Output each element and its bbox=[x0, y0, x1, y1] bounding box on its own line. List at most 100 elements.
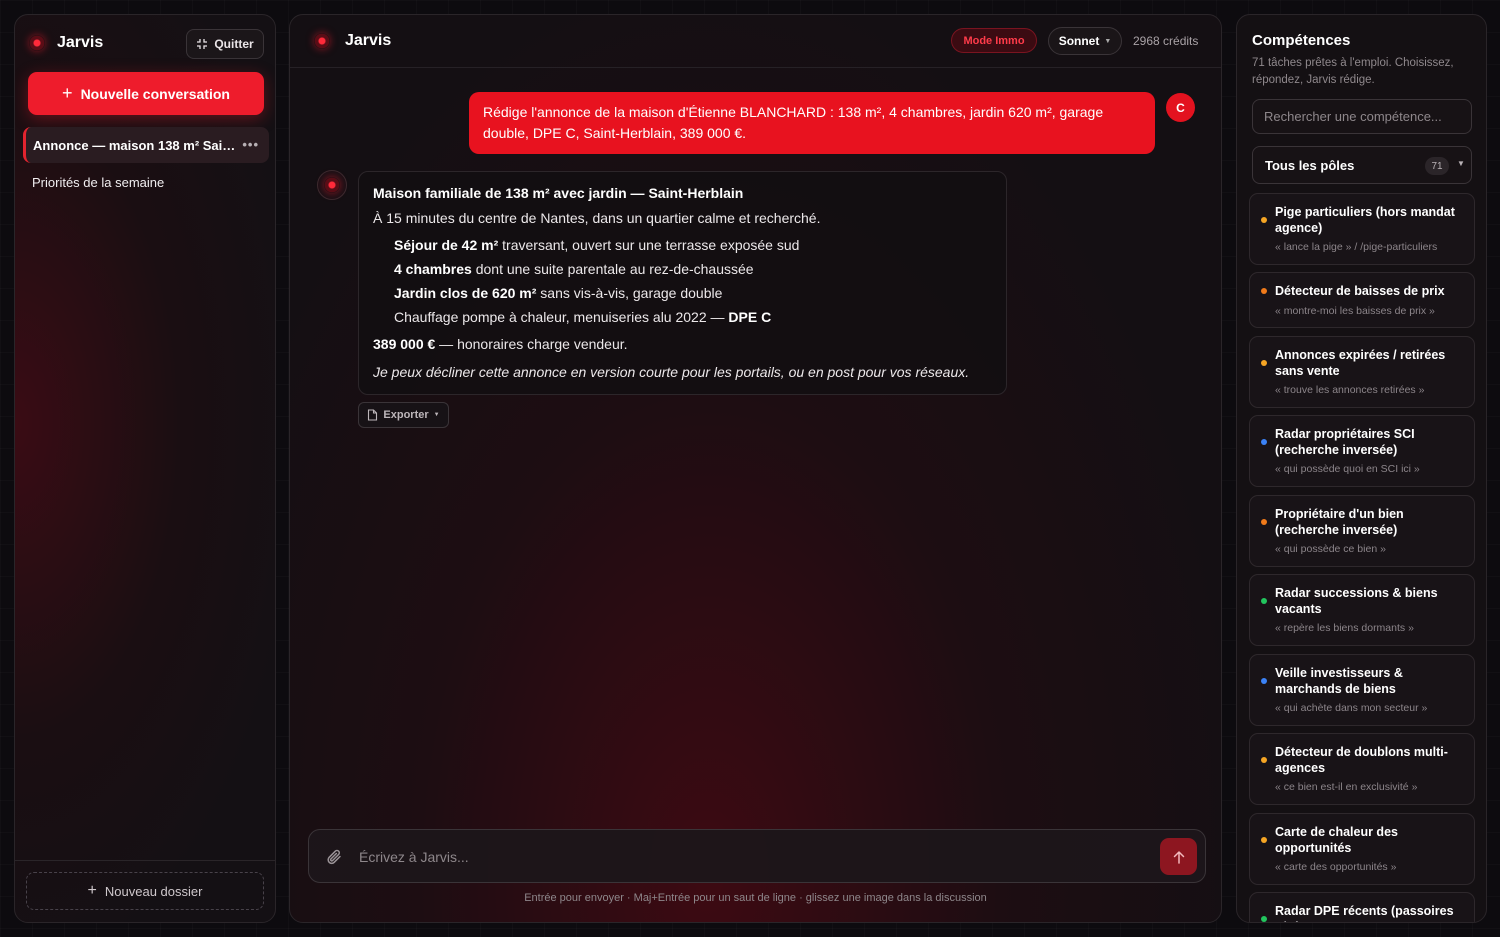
listing-bullet: Jardin clos de 620 m² sans vis-à-vis, ga… bbox=[373, 281, 992, 305]
price-bold: 389 000 € bbox=[373, 336, 436, 352]
message-input[interactable] bbox=[359, 844, 1139, 870]
conversation-item-annonce[interactable]: Annonce — maison 138 m² Sai… ••• bbox=[23, 127, 269, 163]
export-label: Exporter bbox=[383, 409, 429, 421]
message-composer bbox=[308, 829, 1206, 883]
skill-status-dot bbox=[1261, 598, 1267, 604]
skill-card[interactable]: Pige particuliers (hors mandat agence) «… bbox=[1249, 193, 1475, 265]
arrow-up-icon bbox=[1173, 850, 1184, 864]
skill-title: Pige particuliers (hors mandat agence) bbox=[1275, 205, 1455, 235]
skill-status-dot bbox=[1261, 916, 1267, 922]
conversation-label: Annonce — maison 138 m² Sai… bbox=[33, 137, 236, 153]
listing-bullet: Chauffage pompe à chaleur, menuiseries a… bbox=[373, 305, 992, 329]
skill-card[interactable]: Radar successions & biens vacants « repè… bbox=[1249, 574, 1475, 646]
skills-search-input[interactable] bbox=[1253, 100, 1471, 133]
bullet-text: dont une suite parentale au rez-de-chaus… bbox=[471, 261, 754, 277]
jarvis-logo-icon bbox=[29, 35, 45, 51]
skill-card[interactable]: Annonces expirées / retirées sans vente … bbox=[1249, 336, 1475, 408]
listing-intro: À 15 minutes du centre de Nantes, dans u… bbox=[373, 210, 821, 226]
skill-card[interactable]: Radar DPE récents (passoires F/G) bbox=[1249, 892, 1475, 922]
skill-hint: « trouve les annonces retirées » bbox=[1275, 384, 1425, 396]
skills-subtitle: 71 tâches prêtes à l'emploi. Choisissez,… bbox=[1252, 57, 1454, 86]
chevron-down-icon: ▼ bbox=[433, 412, 440, 418]
bullet-bold: Jardin clos de 620 m² bbox=[394, 285, 537, 301]
chat-title: Jarvis bbox=[345, 32, 392, 49]
skill-title: Annonces expirées / retirées sans vente bbox=[1275, 348, 1446, 378]
skill-hint: « ce bien est-il en exclusivité » bbox=[1275, 781, 1418, 793]
user-message: Rédige l'annonce de la maison d'Étienne … bbox=[469, 92, 1155, 154]
skill-status-dot bbox=[1261, 837, 1267, 843]
new-conversation-label: Nouvelle conversation bbox=[80, 85, 230, 102]
new-folder-label: Nouveau dossier bbox=[104, 883, 203, 899]
skills-search bbox=[1252, 99, 1472, 134]
skill-status-dot bbox=[1261, 757, 1267, 763]
skill-hint: « montre-moi les baisses de prix » bbox=[1275, 305, 1435, 317]
skills-title: Compétences bbox=[1252, 32, 1351, 49]
skill-title: Détecteur de doublons multi-agences bbox=[1275, 745, 1448, 775]
plus-icon: + bbox=[62, 83, 73, 103]
skill-title: Radar propriétaires SCI (recherche inver… bbox=[1275, 427, 1415, 457]
assistant-avatar bbox=[317, 170, 347, 200]
conversation-item-priorites[interactable]: Priorités de la semaine bbox=[23, 164, 269, 200]
skill-title: Détecteur de baisses de prix bbox=[1275, 284, 1445, 298]
skill-title: Propriétaire d'un bien (recherche invers… bbox=[1275, 507, 1404, 537]
bullet-text: sans vis-à-vis, garage double bbox=[536, 285, 723, 301]
skill-card[interactable]: Veille investisseurs & marchands de bien… bbox=[1249, 654, 1475, 726]
bullet-bold: 4 chambres bbox=[394, 261, 472, 277]
bullet-text: traversant, ouvert sur une terrasse expo… bbox=[498, 237, 800, 253]
jarvis-logo-icon bbox=[314, 33, 330, 49]
listing-price: 389 000 € — honoraires charge vendeur. bbox=[373, 332, 992, 356]
skill-status-dot bbox=[1261, 439, 1267, 445]
skill-status-dot bbox=[1261, 678, 1267, 684]
skill-card[interactable]: Carte de chaleur des opportunités « cart… bbox=[1249, 813, 1475, 885]
listing-bullet: 4 chambres dont une suite parentale au r… bbox=[373, 257, 992, 281]
listing-title: Maison familiale de 138 m² avec jardin —… bbox=[373, 185, 744, 201]
jarvis-logo-icon bbox=[324, 177, 340, 193]
bullet-tail-bold: DPE C bbox=[728, 309, 772, 325]
skill-card[interactable]: Détecteur de baisses de prix « montre-mo… bbox=[1249, 272, 1475, 328]
quit-button-label: Quitter bbox=[214, 37, 254, 51]
skill-hint: « lance la pige » / /pige-particuliers bbox=[1275, 241, 1438, 253]
skill-card[interactable]: Radar propriétaires SCI (recherche inver… bbox=[1249, 415, 1475, 487]
bullet-text: Chauffage pompe à chaleur, menuiseries a… bbox=[394, 309, 729, 325]
skill-title: Radar DPE récents (passoires F/G) bbox=[1275, 904, 1454, 922]
model-name: Sonnet bbox=[1058, 34, 1100, 48]
new-folder-button[interactable]: + Nouveau dossier bbox=[26, 872, 264, 910]
user-avatar[interactable]: C bbox=[1166, 93, 1195, 122]
document-icon bbox=[368, 409, 378, 421]
skill-hint: « carte des opportunités » bbox=[1275, 861, 1397, 873]
listing-closing: Je peux décliner cette annonce en versio… bbox=[373, 364, 970, 380]
credits-counter: 2968 crédits bbox=[1133, 34, 1199, 48]
listing-bullet: Séjour de 42 m² traversant, ouvert sur u… bbox=[373, 233, 992, 257]
assistant-message: Maison familiale de 138 m² avec jardin —… bbox=[358, 171, 1007, 395]
sidebar-brand-row: Jarvis Quitter bbox=[15, 15, 275, 73]
send-button[interactable] bbox=[1160, 838, 1197, 875]
skill-hint: « qui possède ce bien » bbox=[1275, 543, 1386, 555]
skills-panel: Compétences 71 tâches prêtes à l'emploi.… bbox=[1236, 14, 1487, 923]
skill-hint: « repère les biens dormants » bbox=[1275, 622, 1414, 634]
paperclip-icon[interactable] bbox=[326, 848, 344, 866]
conversation-label: Priorités de la semaine bbox=[32, 174, 165, 190]
skill-title: Radar successions & biens vacants bbox=[1275, 586, 1438, 616]
chat-panel: Jarvis Mode Immo Sonnet ▼ 2968 crédits R… bbox=[289, 14, 1222, 923]
plus-icon: + bbox=[87, 882, 97, 899]
chat-header: Jarvis Mode Immo Sonnet ▼ 2968 crédits bbox=[290, 15, 1221, 68]
skill-status-dot bbox=[1261, 360, 1267, 366]
chevron-down-icon: ▼ bbox=[1104, 37, 1112, 45]
bullet-bold: Séjour de 42 m² bbox=[394, 237, 499, 253]
skill-title: Veille investisseurs & marchands de bien… bbox=[1275, 666, 1403, 696]
sidebar: Jarvis Quitter + Nouvelle conversation A… bbox=[14, 14, 276, 923]
skill-card[interactable]: Détecteur de doublons multi-agences « ce… bbox=[1249, 733, 1475, 805]
export-button[interactable]: Exporter ▼ bbox=[358, 402, 449, 428]
quit-button[interactable]: Quitter bbox=[186, 29, 264, 59]
skills-count-badge: 71 bbox=[1425, 157, 1449, 175]
skill-hint: « qui possède quoi en SCI ici » bbox=[1275, 463, 1420, 475]
skill-card[interactable]: Propriétaire d'un bien (recherche invers… bbox=[1249, 495, 1475, 567]
minimize-icon bbox=[197, 39, 208, 49]
conversation-menu-icon[interactable]: ••• bbox=[242, 137, 259, 152]
poles-filter-select[interactable]: Tous les pôles 71 ▼ bbox=[1252, 146, 1472, 184]
model-selector[interactable]: Sonnet ▼ bbox=[1048, 27, 1122, 55]
skill-status-dot bbox=[1261, 519, 1267, 525]
mode-immo-badge[interactable]: Mode Immo bbox=[951, 28, 1037, 53]
new-conversation-button[interactable]: + Nouvelle conversation bbox=[28, 72, 264, 115]
chevron-down-icon: ▼ bbox=[1457, 159, 1465, 168]
